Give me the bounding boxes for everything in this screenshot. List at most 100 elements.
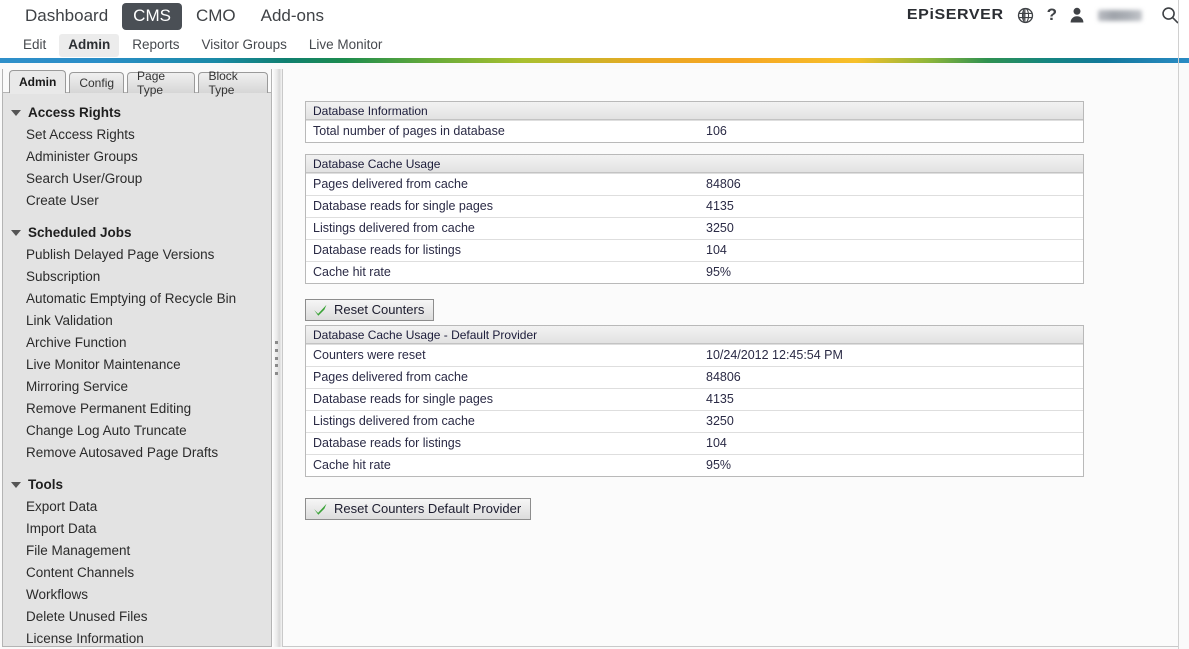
primary-nav-row: Dashboard CMS CMO Add-ons EPiSERVER ? [0,0,1189,33]
row-label: Counters were reset [313,348,426,362]
sidebar-tabstrip: Admin Config Page Type Block Type [3,69,271,97]
row-value: 10/24/2012 12:45:54 PM [706,348,843,362]
row-value: 4135 [706,392,734,406]
sidebar-tab-block-type[interactable]: Block Type [198,69,268,97]
tree-item-workflows[interactable]: Workflows [3,584,271,606]
workspace: Admin Config Page Type Block Type Access… [0,63,1189,649]
tree-item-link-validation[interactable]: Link Validation [3,310,271,332]
nav-item-add-ons[interactable]: Add-ons [250,3,335,30]
table-row: Pages delivered from cache 84806 [306,173,1083,195]
subnav-item-edit[interactable]: Edit [14,34,55,57]
table-row: Database reads for single pages 4135 [306,388,1083,410]
admin-nav-tree: Access Rights Set Access Rights Administ… [3,93,271,646]
table-row: Cache hit rate 95% [306,454,1083,476]
tree-item-import-data[interactable]: Import Data [3,518,271,540]
table-row: Listings delivered from cache 3250 [306,217,1083,239]
row-label: Database reads for listings [313,436,461,450]
admin-content-pane: Database Information Total number of pag… [282,69,1179,647]
tree-item-search-user-group[interactable]: Search User/Group [3,168,271,190]
reset-counters-default-provider-button[interactable]: Reset Counters Default Provider [305,498,532,520]
sidebar-tab-config[interactable]: Config [69,72,125,93]
tree-item-delete-unused-files[interactable]: Delete Unused Files [3,606,271,628]
secondary-nav: Edit Admin Reports Visitor Groups Live M… [0,33,1189,58]
row-label: Total number of pages in database [313,124,505,138]
sidebar-tab-page-type[interactable]: Page Type [127,69,196,97]
table-row: Listings delivered from cache 3250 [306,410,1083,432]
page-right-edge [1178,0,1179,649]
episerver-logo: EPiSERVER [906,6,1004,23]
row-value: 95% [706,458,732,472]
panel-database-information: Database Information Total number of pag… [305,101,1084,143]
user-icon[interactable] [1070,7,1084,23]
tree-group-label: Access Rights [28,105,122,120]
row-label: Database reads for single pages [313,392,493,406]
tree-item-live-monitor-maintenance[interactable]: Live Monitor Maintenance [3,354,271,376]
tree-group-label: Tools [28,477,63,492]
panel-title: Database Cache Usage [306,155,1083,173]
help-icon[interactable]: ? [1047,5,1057,25]
tree-item-publish-delayed-page-versions[interactable]: Publish Delayed Page Versions [3,244,271,266]
sidebar-tab-admin[interactable]: Admin [9,70,67,94]
tree-item-file-management[interactable]: File Management [3,540,271,562]
row-value: 104 [706,436,727,450]
tree-item-export-data[interactable]: Export Data [3,496,271,518]
panel-database-cache-usage-default-provider: Database Cache Usage - Default Provider … [305,325,1084,477]
tree-group-tools[interactable]: Tools [3,473,271,496]
nav-item-dashboard[interactable]: Dashboard [14,3,119,30]
table-row: Cache hit rate 95% [306,261,1083,283]
admin-sidebar: Admin Config Page Type Block Type Access… [2,69,272,647]
tree-item-mirroring-service[interactable]: Mirroring Service [3,376,271,398]
panel-title: Database Cache Usage - Default Provider [306,326,1083,344]
nav-item-cms[interactable]: CMS [122,3,182,30]
tree-item-set-access-rights[interactable]: Set Access Rights [3,124,271,146]
button-label: Reset Counters [334,302,425,317]
globe-icon[interactable] [1017,7,1034,24]
table-row: Counters were reset 10/24/2012 12:45:54 … [306,344,1083,366]
tree-item-content-channels[interactable]: Content Channels [3,562,271,584]
subnav-item-visitor-groups[interactable]: Visitor Groups [193,34,296,57]
chevron-down-icon [11,481,21,488]
row-value: 84806 [706,370,741,384]
subnav-item-live-monitor[interactable]: Live Monitor [300,34,392,57]
table-row: Database reads for listings 104 [306,239,1083,261]
tree-item-archive-function[interactable]: Archive Function [3,332,271,354]
primary-nav: Dashboard CMS CMO Add-ons [14,3,338,30]
chevron-down-icon [11,229,21,236]
reset-counters-button[interactable]: Reset Counters [305,299,435,321]
tree-item-subscription[interactable]: Subscription [3,266,271,288]
tree-item-change-log-auto-truncate[interactable]: Change Log Auto Truncate [3,420,271,442]
row-label: Pages delivered from cache [313,177,468,191]
tree-group-spacer [3,212,271,221]
row-label: Listings delivered from cache [313,221,475,235]
button-label: Reset Counters Default Provider [334,501,522,516]
tree-group-spacer [3,464,271,473]
tree-group-scheduled-jobs[interactable]: Scheduled Jobs [3,221,271,244]
tree-item-administer-groups[interactable]: Administer Groups [3,146,271,168]
tree-item-create-user[interactable]: Create User [3,190,271,212]
tree-item-remove-permanent-editing[interactable]: Remove Permanent Editing [3,398,271,420]
splitter-grip-icon [275,341,278,375]
sidebar-splitter[interactable] [272,69,282,647]
table-row: Pages delivered from cache 84806 [306,366,1083,388]
search-icon[interactable] [1161,6,1179,24]
tree-item-license-information[interactable]: License Information [3,628,271,646]
panel-database-cache-usage: Database Cache Usage Pages delivered fro… [305,154,1084,284]
tree-item-remove-autosaved-page-drafts[interactable]: Remove Autosaved Page Drafts [3,442,271,464]
panel-title: Database Information [306,102,1083,120]
row-label: Listings delivered from cache [313,414,475,428]
subnav-item-admin[interactable]: Admin [59,34,120,57]
chevron-down-icon [11,109,21,116]
header-utilities: EPiSERVER ? [907,5,1179,25]
tree-group-access-rights[interactable]: Access Rights [3,101,271,124]
user-name-redacted [1098,9,1142,21]
table-row: Database reads for single pages 4135 [306,195,1083,217]
nav-item-cmo[interactable]: CMO [185,3,247,30]
checkmark-icon [314,503,327,515]
subnav-item-reports[interactable]: Reports [123,34,188,57]
global-header: Dashboard CMS CMO Add-ons EPiSERVER ? Ed… [0,0,1189,58]
row-label: Cache hit rate [313,265,391,279]
row-value: 84806 [706,177,741,191]
row-label: Cache hit rate [313,458,391,472]
tree-item-automatic-emptying-of-recycle-bin[interactable]: Automatic Emptying of Recycle Bin [3,288,271,310]
row-label: Pages delivered from cache [313,370,468,384]
